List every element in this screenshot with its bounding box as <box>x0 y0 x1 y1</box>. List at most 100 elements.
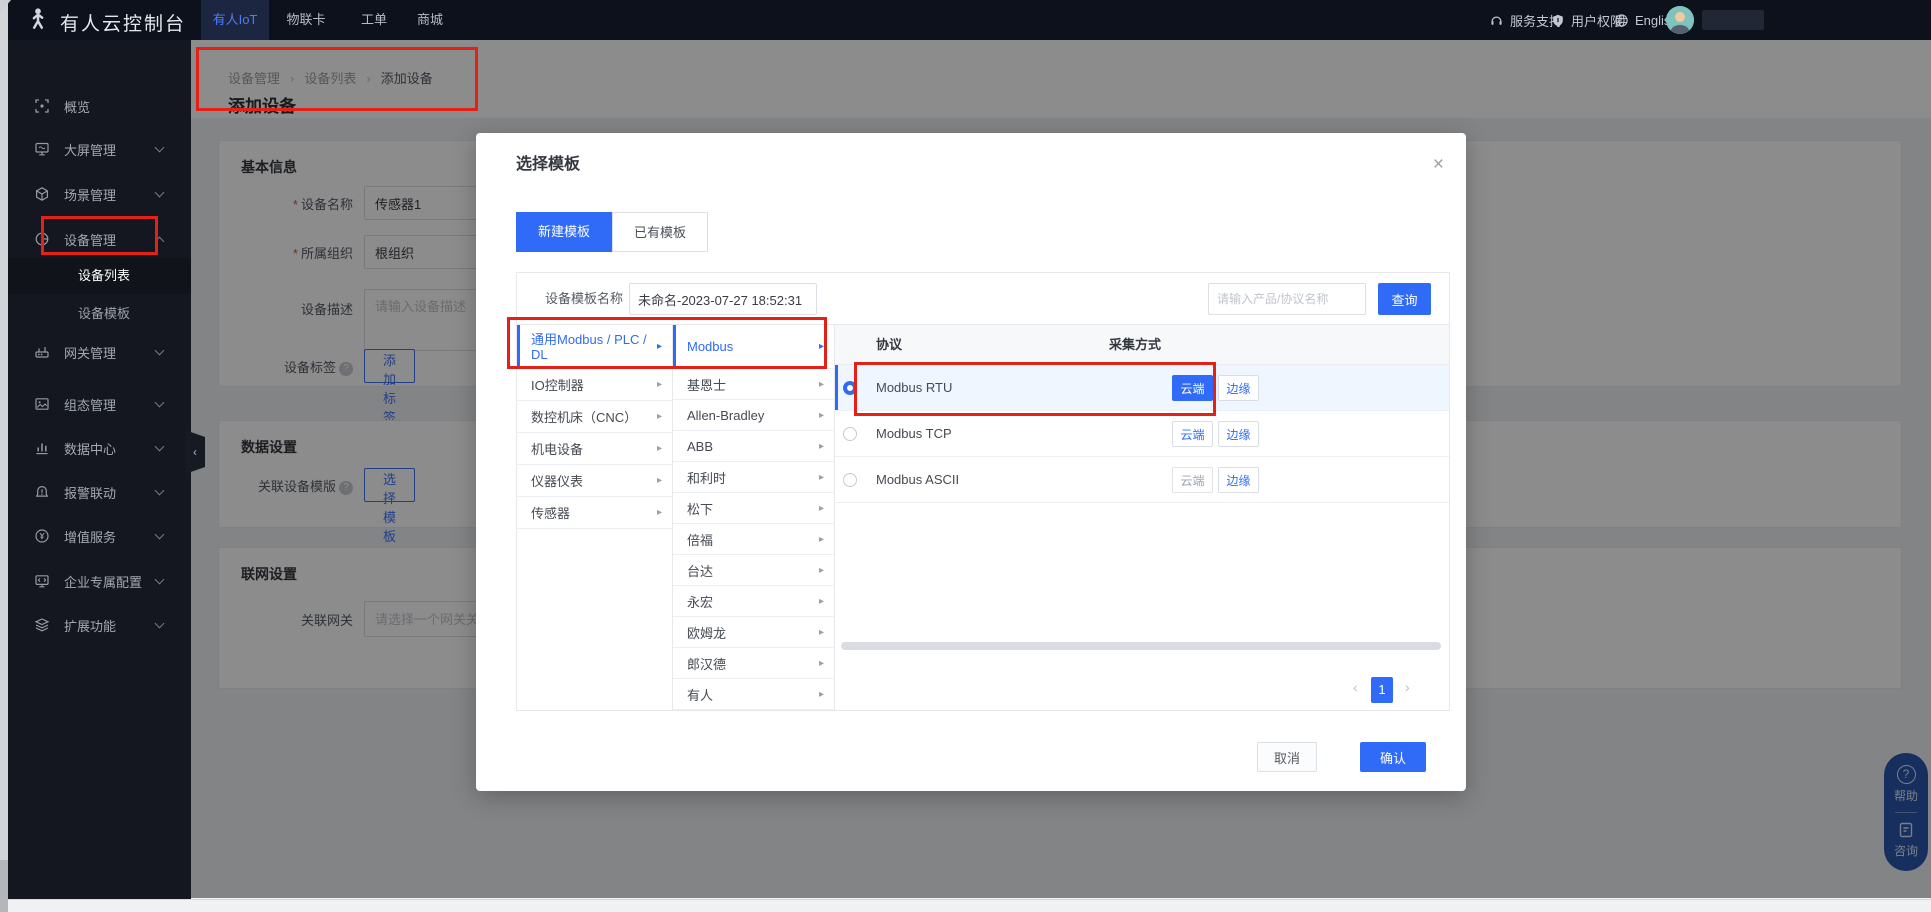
avatar[interactable] <box>1666 6 1694 34</box>
brand-keyence[interactable]: 基恩士 ▸ <box>673 369 834 400</box>
overview-icon <box>34 98 50 114</box>
cascader-body: 通用Modbus / PLC / DL ▸ IO控制器 ▸ 数控机床（CNC） … <box>517 325 1449 710</box>
category-instrument[interactable]: 仪器仪表 ▸ <box>517 465 672 497</box>
radio-unselected[interactable] <box>843 427 857 441</box>
tab-iot-card[interactable]: 物联卡 <box>278 0 334 40</box>
brand-delta[interactable]: 台达 ▸ <box>673 555 834 586</box>
corner-artifact <box>0 0 11 13</box>
radio-selected[interactable] <box>843 381 857 395</box>
left-scrollbar[interactable] <box>0 0 8 912</box>
sidebar-item-device-list[interactable]: 设备列表 <box>0 258 191 294</box>
sidebar-item-device-mgmt[interactable]: 设备管理 <box>0 219 191 259</box>
enterprise-icon <box>34 573 50 589</box>
horizontal-scrollbar[interactable] <box>841 642 1441 650</box>
left-scrollbar-thumb[interactable] <box>0 860 8 912</box>
protocol-name: Modbus RTU <box>876 365 952 411</box>
brand-abb[interactable]: ABB ▸ <box>673 431 834 462</box>
sidebar-item-config-mgmt[interactable]: 组态管理 <box>0 384 191 424</box>
tab-new-template[interactable]: 新建模板 <box>516 212 612 252</box>
arrow-right-icon: ▸ <box>657 339 662 354</box>
category-generic-modbus-plc[interactable]: 通用Modbus / PLC / DL ▸ <box>517 325 672 369</box>
brand-label: Modbus <box>687 339 733 354</box>
radio-unselected[interactable] <box>843 473 857 487</box>
current-page[interactable]: 1 <box>1371 677 1393 703</box>
user-permission[interactable]: 用户权限 <box>1551 0 1623 40</box>
sidebar-item-overview[interactable]: 概览 <box>0 86 191 126</box>
arrow-right-icon: ▸ <box>819 627 824 638</box>
brand-label: 松下 <box>687 499 713 518</box>
cloud-mode-button[interactable]: 云端 <box>1172 421 1213 447</box>
sidebar-label: 设备管理 <box>64 230 116 249</box>
bottom-scrollbar[interactable] <box>0 899 1931 912</box>
brand-label: 欧姆龙 <box>687 623 726 642</box>
cloud-mode-button[interactable]: 云端 <box>1172 375 1213 401</box>
template-name-input[interactable] <box>629 283 817 315</box>
brand-allen-bradley[interactable]: Allen-Bradley ▸ <box>673 400 834 431</box>
sidebar-item-scene-mgmt[interactable]: 场景管理 <box>0 174 191 214</box>
arrow-right-icon: ▸ <box>819 472 824 483</box>
headset-icon <box>1489 13 1504 28</box>
sidebar-label: 企业专属配置 <box>64 572 142 591</box>
brand-hollysys[interactable]: 和利时 ▸ <box>673 462 834 493</box>
globe-icon <box>1614 13 1629 28</box>
pie-chart-icon <box>34 231 50 247</box>
search-input[interactable] <box>1208 283 1366 315</box>
brand-modbus[interactable]: Modbus ▸ <box>673 325 834 369</box>
edge-mode-button[interactable]: 边缘 <box>1218 467 1259 493</box>
brand-lonhand[interactable]: 郎汉德 ▸ <box>673 648 834 679</box>
tab-usr-iot[interactable]: 有人IoT <box>201 0 269 40</box>
arrow-right-icon: ▸ <box>819 441 824 452</box>
sidebar: 概览 大屏管理 场景管理 设备管理 设备列表 <box>0 40 191 900</box>
category-cnc[interactable]: 数控机床（CNC） ▸ <box>517 401 672 433</box>
sidebar-item-gateway-mgmt[interactable]: 网关管理 <box>0 332 191 372</box>
table-row-modbus-rtu[interactable]: Modbus RTU 云端 边缘 <box>835 365 1449 411</box>
cube-icon <box>34 186 50 202</box>
tab-mall[interactable]: 商城 <box>402 0 458 40</box>
table-row-modbus-ascii[interactable]: Modbus ASCII 云端 边缘 <box>835 457 1449 503</box>
table-row-modbus-tcp[interactable]: Modbus TCP 云端 边缘 <box>835 411 1449 457</box>
query-button[interactable]: 查询 <box>1378 283 1431 315</box>
sidebar-collapse-handle[interactable]: ‹ <box>185 430 205 474</box>
sidebar-item-enterprise-config[interactable]: 企业专属配置 <box>0 561 191 601</box>
shield-icon <box>1551 13 1565 28</box>
tab-work-order[interactable]: 工单 <box>346 0 402 40</box>
arrow-right-icon: ▸ <box>819 503 824 514</box>
category-label: 仪器仪表 <box>531 471 583 490</box>
arrow-right-icon: ▸ <box>819 596 824 607</box>
category-sensor[interactable]: 传感器 ▸ <box>517 497 672 529</box>
prev-page-icon[interactable]: ‹ <box>1353 679 1358 695</box>
protocol-table: 协议 采集方式 Modbus RTU 云端 边缘 Modbus TCP 云端 边… <box>835 325 1449 710</box>
chevron-down-icon <box>155 442 165 452</box>
chevron-down-icon <box>155 486 165 496</box>
sidebar-item-alarm-linkage[interactable]: 报警联动 <box>0 472 191 512</box>
category-electromechanical[interactable]: 机电设备 ▸ <box>517 433 672 465</box>
brand-beckhoff[interactable]: 倍福 ▸ <box>673 524 834 555</box>
edge-mode-button[interactable]: 边缘 <box>1218 375 1259 401</box>
cancel-button[interactable]: 取消 <box>1257 742 1317 772</box>
bar-chart-icon <box>34 440 50 456</box>
brand-label: 基恩士 <box>687 375 726 394</box>
chevron-down-icon <box>155 398 165 408</box>
category-io-controller[interactable]: IO控制器 ▸ <box>517 369 672 401</box>
cloud-mode-button[interactable]: 云端 <box>1172 467 1213 493</box>
edge-mode-button[interactable]: 边缘 <box>1218 421 1259 447</box>
close-icon[interactable]: × <box>1433 155 1444 174</box>
next-page-icon[interactable]: › <box>1405 679 1410 695</box>
sidebar-item-device-template[interactable]: 设备模板 <box>0 296 191 332</box>
sidebar-item-data-center[interactable]: 数据中心 <box>0 428 191 468</box>
brand-fatek[interactable]: 永宏 ▸ <box>673 586 834 617</box>
brand-omron[interactable]: 欧姆龙 ▸ <box>673 617 834 648</box>
sidebar-item-screen-mgmt[interactable]: 大屏管理 <box>0 129 191 169</box>
chevron-down-icon <box>155 575 165 585</box>
chevron-down-icon <box>155 143 165 153</box>
tab-existing-template[interactable]: 已有模板 <box>612 212 708 252</box>
layers-icon <box>34 617 50 633</box>
brand-panasonic[interactable]: 松下 ▸ <box>673 493 834 524</box>
sidebar-item-value-added[interactable]: 增值服务 <box>0 516 191 556</box>
arrow-right-icon: ▸ <box>819 341 824 352</box>
confirm-button[interactable]: 确认 <box>1360 742 1426 772</box>
brand-label: 永宏 <box>687 592 713 611</box>
sidebar-item-extensions[interactable]: 扩展功能 <box>0 605 191 645</box>
sidebar-label: 大屏管理 <box>64 140 116 159</box>
monitor-icon <box>34 141 50 157</box>
